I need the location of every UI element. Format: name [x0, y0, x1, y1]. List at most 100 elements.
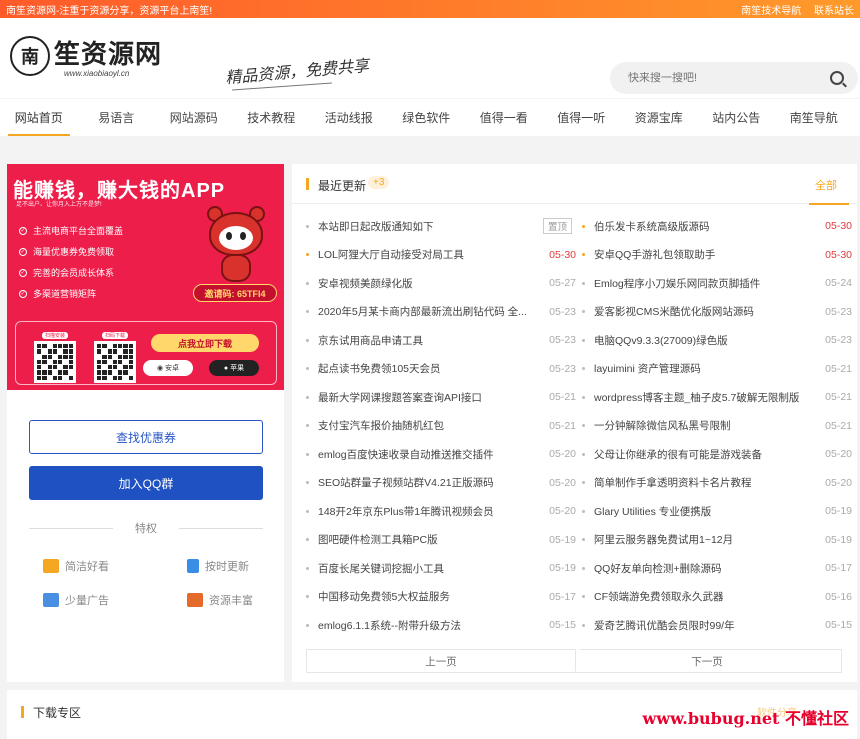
- main-nav: 网站首页 易语言 网站源码 技术教程 活动线报 绿色软件 值得一看 值得一听 资…: [0, 98, 860, 136]
- nav-item-website-source[interactable]: 网站源码: [155, 99, 233, 136]
- list-item[interactable]: emlog百度快速收录自动推送推交插件 05-20: [306, 440, 576, 469]
- tech-nav-link[interactable]: 南笙技术导航: [741, 6, 801, 17]
- download-zone-title: 下载专区: [33, 706, 82, 720]
- banner-feature: ✓ 主流电商平台全面覆盖: [19, 226, 124, 236]
- search-box[interactable]: [610, 62, 858, 94]
- view-all-underline: [809, 203, 849, 205]
- mascot-illustration: [203, 206, 269, 284]
- list-item[interactable]: emlog6.1.1系统--附带升级方法 05-15: [306, 611, 576, 640]
- section-marker: [306, 178, 309, 190]
- top-notice-bar: 南笙资源网-注重于资源分享，资源平台上南笙! 南笙技术导航 联系站长: [0, 0, 860, 18]
- banner-subtitle: 足不出户、让你月入上万不是梦!: [16, 202, 102, 208]
- nav-item-home[interactable]: 网站首页: [0, 99, 78, 136]
- perk-updates: 按时更新: [187, 558, 249, 574]
- site-watermark: www.bubug.net 不懂社区: [642, 709, 849, 728]
- list-item[interactable]: 简单制作手拿透明资料卡名片教程 05-20: [582, 469, 852, 498]
- nav-item-worth-watching[interactable]: 值得一看: [465, 99, 543, 136]
- android-button[interactable]: ◉ 安卓: [143, 360, 193, 376]
- search-input[interactable]: [628, 72, 808, 84]
- nav-item-announcements[interactable]: 站内公告: [698, 99, 776, 136]
- nav-item-tutorials[interactable]: 技术教程: [233, 99, 311, 136]
- list-item[interactable]: 百度长尾关键词挖掘小工具 05-19: [306, 554, 576, 583]
- recent-list-right: 伯乐发卡系统高级版源码 05-30 安卓QQ手游礼包领取助手 05-30 Emlog…: [582, 212, 852, 640]
- banner-feature: ✓ 多渠道营销矩阵: [19, 289, 97, 299]
- left-sidebar: 能赚钱，赚大钱的APP 足不出户、让你月入上万不是梦! ✓ 主流电商平台全面覆盖 …: [7, 164, 284, 682]
- list-item[interactable]: 京东试用商品申请工具 05-23: [306, 326, 576, 355]
- section-marker: [21, 706, 24, 718]
- perks-divider: 特权: [29, 520, 263, 536]
- download-now-button[interactable]: 点我立即下载: [151, 334, 259, 352]
- check-icon: ✓: [19, 247, 27, 256]
- prev-page-button[interactable]: 上一页: [306, 649, 576, 673]
- list-item[interactable]: 起点读书免费领105天会员 05-23: [306, 355, 576, 384]
- list-item[interactable]: 最新大学网课搜题答案查询API接口 05-21: [306, 383, 576, 412]
- site-header: 南 笙资源网 www.xiaobiaoyl.cn 精品资源，免费共享: [0, 18, 860, 98]
- list-item[interactable]: 2020年5月某卡商内部最新流出刷钻代码 全... 05-23: [306, 298, 576, 327]
- perk-few-ads: 少量广告: [43, 592, 109, 608]
- nav-item-resource-vault[interactable]: 资源宝库: [620, 99, 698, 136]
- android-icon: ◉: [156, 365, 166, 372]
- find-coupon-button[interactable]: 查找优惠券: [29, 420, 263, 454]
- view-all-link[interactable]: 全部: [815, 177, 837, 193]
- qr-download[interactable]: 扫码下载: [94, 328, 136, 383]
- list-item[interactable]: LOL阿狸大厅自动接受对局工具 05-30: [306, 241, 576, 270]
- site-notice: 南笙资源网-注重于资源分享，资源平台上南笙!: [6, 5, 213, 17]
- next-page-button[interactable]: 下一页: [572, 649, 842, 673]
- banner-feature-list: ✓ 主流电商平台全面覆盖 ✓ 海量优惠券免费领取 ✓ 完善的会员成长体系 ✓ 多渠道营销…: [19, 224, 123, 308]
- recent-updates-panel: 最近更新 +3 全部 本站即日起改版通知如下 置顶 LOL阿狸大厅自动接受对局工具…: [292, 164, 857, 682]
- contact-admin-link[interactable]: 联系站长: [814, 6, 854, 17]
- update-count-badge: +3: [368, 176, 390, 189]
- check-icon: ✓: [19, 289, 27, 298]
- list-item[interactable]: SEO站群量子视频站群V4.21正版源码 05-20: [306, 469, 576, 498]
- list-item[interactable]: 一分钟解除微信风私黑号限制 05-21: [582, 412, 852, 441]
- list-item[interactable]: 阿里云服务器免费试用1~12月 05-19: [582, 526, 852, 555]
- qr-code-icon: [94, 341, 136, 383]
- nav-item-green-software[interactable]: 绿色软件: [388, 99, 466, 136]
- list-item[interactable]: 支付宝汽车报价抽随机红包 05-21: [306, 412, 576, 441]
- list-item[interactable]: wordpress博客主题_柚子皮5.7破解无限制版 05-21: [582, 383, 852, 412]
- join-qq-group-button[interactable]: 加入QQ群: [29, 466, 263, 500]
- nav-item-worth-listening[interactable]: 值得一听: [543, 99, 621, 136]
- recent-updates-header: 最近更新 +3 全部: [292, 164, 857, 205]
- list-item[interactable]: Glary Utilities 专业便携版 05-19: [582, 497, 852, 526]
- check-icon: ✓: [19, 226, 27, 235]
- ad-icon: [43, 593, 59, 607]
- list-item[interactable]: 伯乐发卡系统高级版源码 05-30: [582, 212, 852, 241]
- list-item[interactable]: 安卓视频美颜绿化版 05-27: [306, 269, 576, 298]
- list-item[interactable]: 安卓QQ手游礼包领取助手 05-30: [582, 241, 852, 270]
- logo-mark: 南: [10, 36, 50, 76]
- list-item[interactable]: 本站即日起改版通知如下 置顶: [306, 212, 576, 241]
- app-promo-banner[interactable]: 能赚钱，赚大钱的APP 足不出户、让你月入上万不是梦! ✓ 主流电商平台全面覆盖 …: [7, 164, 284, 390]
- site-slogan: 精品资源，免费共享: [224, 55, 370, 88]
- nav-item-activity-news[interactable]: 活动线报: [310, 99, 388, 136]
- search-icon[interactable]: [830, 71, 844, 85]
- nav-item-navigation[interactable]: 南笙导航: [775, 99, 853, 136]
- list-item[interactable]: 148开2年京东Plus带1年腾讯视频会员 05-20: [306, 497, 576, 526]
- perk-clean: 简洁好看: [43, 558, 109, 574]
- document-icon: [187, 559, 199, 573]
- perks-heading: 特权: [135, 523, 157, 535]
- top-links: 南笙技术导航 联系站长: [731, 2, 854, 17]
- list-item[interactable]: 电脑QQv9.3.3(27009)绿色版 05-23: [582, 326, 852, 355]
- monitor-icon: [187, 593, 203, 607]
- list-item[interactable]: Emlog程序小刀娱乐网同款页脚插件 05-24: [582, 269, 852, 298]
- banner-feature: ✓ 完善的会员成长体系: [19, 268, 115, 278]
- list-item[interactable]: QQ好友单向检测+删除源码 05-17: [582, 554, 852, 583]
- list-item[interactable]: 爱奇艺腾讯优酷会员限时99/年 05-15: [582, 611, 852, 640]
- chat-icon: [43, 559, 59, 573]
- list-item[interactable]: CF领端游免费领取永久武器 05-16: [582, 583, 852, 612]
- nav-item-e-language[interactable]: 易语言: [78, 99, 156, 136]
- logo-name: 笙资源网: [54, 40, 163, 70]
- recent-list-left: 本站即日起改版通知如下 置顶 LOL阿狸大厅自动接受对局工具 05-30 安卓视频美…: [306, 212, 576, 640]
- list-item[interactable]: 图吧硬件检测工具箱PC版 05-19: [306, 526, 576, 555]
- qr-install[interactable]: 扫描安装: [34, 328, 76, 383]
- pinned-badge: 置顶: [542, 218, 572, 235]
- list-item[interactable]: layuimini 资产管理源码 05-21: [582, 355, 852, 384]
- list-item[interactable]: 爱客影视CMS米酷优化版网站源码 05-23: [582, 298, 852, 327]
- banner-feature: ✓ 海量优惠券免费领取: [19, 247, 115, 257]
- apple-button[interactable]: ● 苹果: [209, 360, 259, 376]
- recent-updates-title: 最近更新: [318, 179, 367, 193]
- site-logo[interactable]: 南 笙资源网 www.xiaobiaoyl.cn: [10, 34, 162, 78]
- list-item[interactable]: 父母让你继承的很有可能是游戏装备 05-20: [582, 440, 852, 469]
- list-item[interactable]: 中国移动免费领5大权益服务 05-17: [306, 583, 576, 612]
